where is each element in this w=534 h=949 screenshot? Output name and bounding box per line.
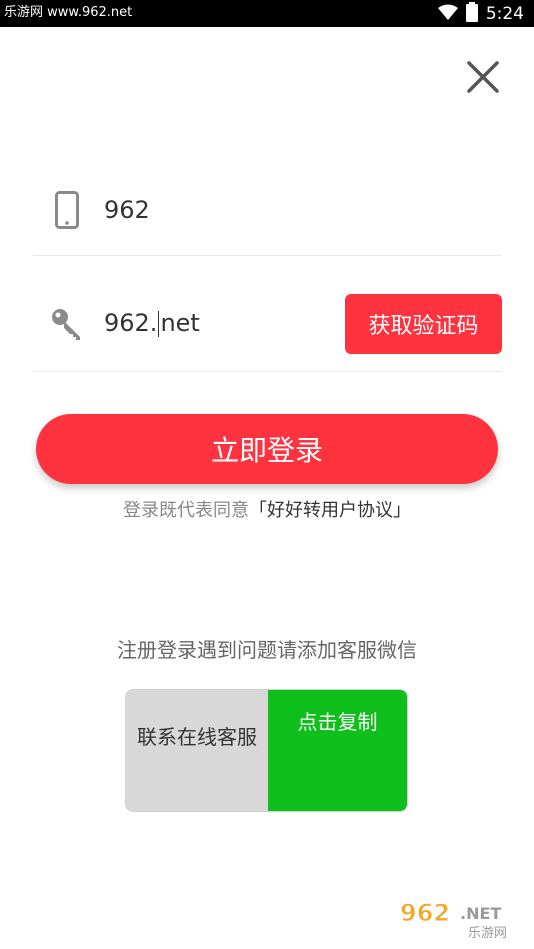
- status-bar: 乐游网 www.962.net 5:24: [0, 0, 534, 27]
- phone-input-row[interactable]: 962: [33, 166, 502, 256]
- agreement-text: 登录既代表同意「好好转用户协议」: [0, 497, 534, 525]
- status-bar-time: 5:24: [485, 4, 524, 24]
- agreement-prefix: 登录既代表同意: [123, 500, 249, 521]
- svg-text:962: 962: [400, 899, 450, 927]
- contact-online-service-label: 联系在线客服: [137, 725, 257, 749]
- close-icon: [466, 60, 500, 98]
- copy-button[interactable]: 点击复制: [268, 690, 407, 811]
- status-bar-app-text: 乐游网 www.962.net: [4, 5, 133, 20]
- watermark-logo: 962 .NET 乐游网: [396, 895, 526, 942]
- contact-online-service[interactable]: 联系在线客服: [126, 690, 268, 811]
- battery-icon: [465, 2, 478, 26]
- phone-icon: [47, 190, 87, 230]
- phone-input[interactable]: 962: [104, 190, 150, 230]
- svg-text:乐游网: 乐游网: [468, 926, 507, 941]
- help-text: 注册登录遇到问题请添加客服微信: [117, 638, 417, 662]
- close-button[interactable]: [462, 58, 504, 100]
- login-button[interactable]: 立即登录: [36, 414, 498, 484]
- code-input[interactable]: 962. net: [104, 303, 200, 343]
- key-icon: [47, 304, 87, 344]
- agreement-link[interactable]: 「好好转用户协议」: [249, 500, 411, 521]
- get-code-button[interactable]: 获取验证码: [345, 294, 502, 354]
- code-input-text-after: net: [160, 309, 200, 337]
- wifi-icon: [437, 4, 458, 24]
- code-input-text-before: 962.: [104, 309, 158, 337]
- contact-box: 联系在线客服 点击复制: [125, 689, 408, 812]
- svg-text:.NET: .NET: [460, 904, 501, 923]
- status-bar-right: 5:24: [437, 2, 524, 26]
